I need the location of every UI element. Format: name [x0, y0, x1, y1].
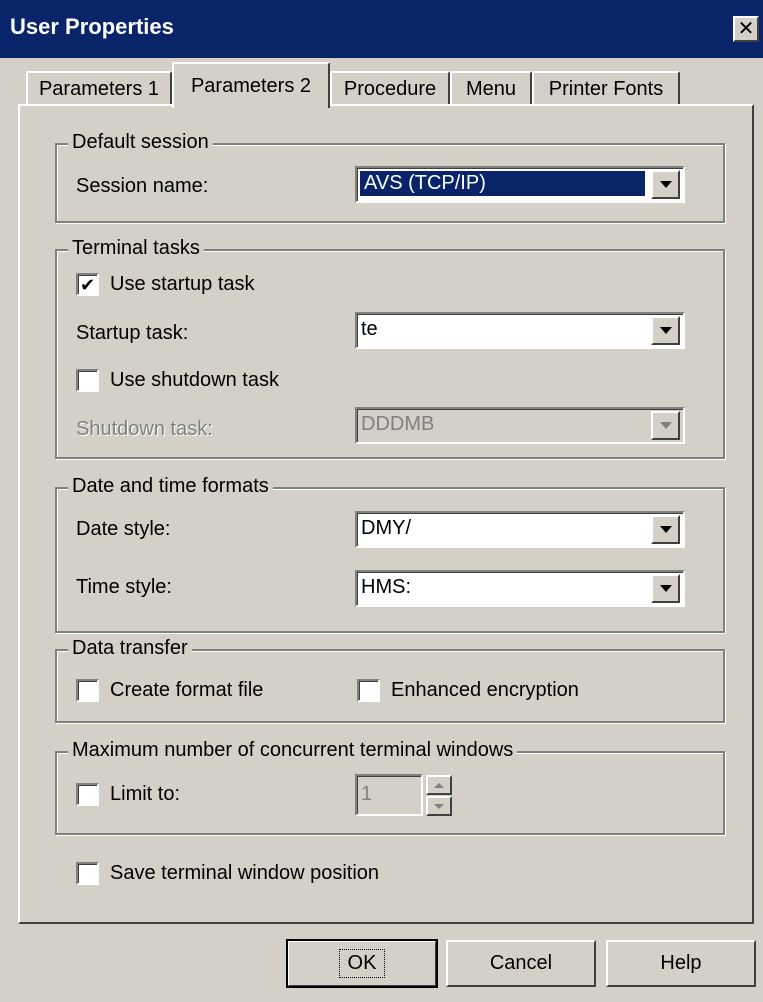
close-icon: ✕ [737, 18, 755, 40]
default-session-legend: Default session [68, 131, 213, 154]
max-windows-legend: Maximum number of concurrent terminal wi… [68, 739, 518, 762]
tab-printer-fonts[interactable]: Printer Fonts [532, 71, 680, 106]
tab-label: Printer Fonts [548, 78, 664, 100]
tab-parameters-2[interactable]: Parameters 2 [172, 62, 330, 108]
tab-procedure[interactable]: Procedure [330, 71, 450, 106]
terminal-tasks-legend: Terminal tasks [68, 237, 204, 260]
ok-label: OK [338, 949, 386, 978]
date-time-legend: Date and time formats [68, 475, 273, 498]
tab-label: Menu [465, 78, 517, 100]
tab-label: Procedure [343, 78, 437, 100]
data-transfer-legend: Data transfer [68, 637, 192, 660]
tab-label: Parameters 1 [38, 78, 160, 100]
tab-panel [18, 104, 754, 924]
tab-parameters-1[interactable]: Parameters 1 [26, 71, 172, 106]
ok-button[interactable]: OK [286, 939, 438, 988]
tab-label: Parameters 2 [190, 74, 312, 97]
help-button[interactable]: Help [606, 940, 756, 987]
cancel-label: Cancel [489, 952, 553, 974]
close-button[interactable]: ✕ [733, 16, 759, 42]
tab-menu[interactable]: Menu [450, 71, 532, 106]
help-label: Help [660, 952, 702, 974]
window-title: User Properties [10, 14, 174, 39]
cancel-button[interactable]: Cancel [446, 940, 596, 987]
